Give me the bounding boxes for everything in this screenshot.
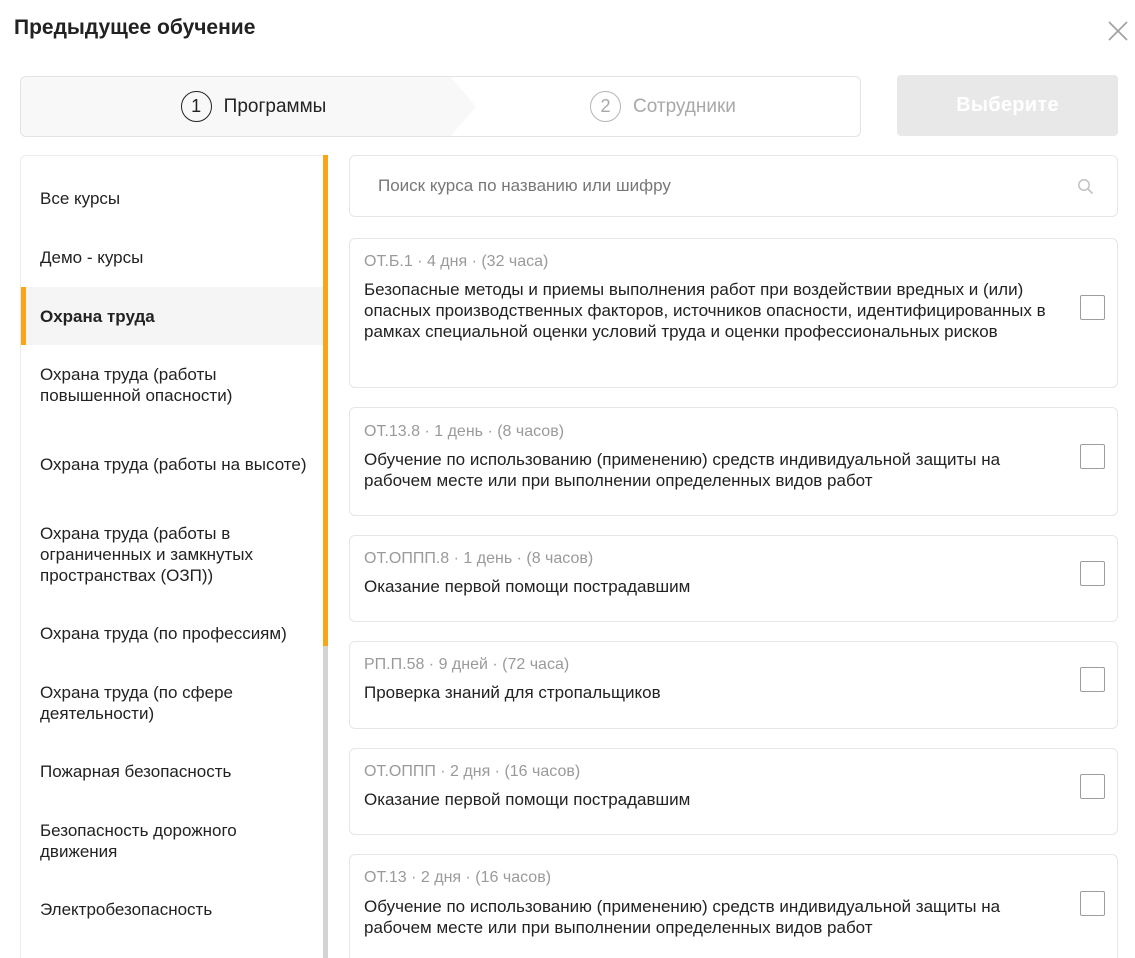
sidebar-item-label: Охрана труда (работы в ограниченных и за… [40,523,253,585]
course-title: Обучение по использованию (применению) с… [364,897,1001,937]
sidebar-item-all-courses[interactable]: Все курсы [21,169,323,227]
course-checkbox[interactable] [1080,561,1105,586]
sidebar-item-label: Пожарная безопасность [40,761,232,781]
sidebar-item-electrical-safety[interactable]: Электробезопасность [21,884,323,934]
course-checkbox[interactable] [1080,891,1105,916]
step-employees[interactable]: 2 Сотрудники [476,77,860,136]
sidebar-item-label: Демо - курсы [40,247,144,267]
course-checkbox[interactable] [1080,295,1105,320]
course-title: Оказание первой помощи пострадавшим [364,790,691,809]
search-box [349,155,1118,217]
sidebar-item-by-profession[interactable]: Охрана труда (по профессиям) [21,608,323,658]
sidebar-item-high-danger-work[interactable]: Охрана труда (работы повышенной опасност… [21,355,323,415]
course-checkbox[interactable] [1080,667,1105,692]
sidebar-item-label: Охрана труда [40,306,155,326]
sidebar-item-label: Охрана труда (работы на высоте) [40,454,307,474]
search-icon[interactable] [1077,178,1095,196]
sidebar-item-by-activity[interactable]: Охрана труда (по сфере деятельности) [21,673,323,733]
course-card[interactable]: ОТ.ОППП · 2 дня · (16 часов) Оказание пе… [349,748,1118,835]
sidebar-item-road-safety[interactable]: Безопасность дорожного движения [21,811,323,871]
sidebar-item-label: Безопасность дорожного движения [40,821,237,861]
step-label: Сотрудники [633,95,736,117]
sidebar-scrollbar-thumb[interactable] [323,155,328,646]
course-title: Оказание первой помощи пострадавшим [364,577,691,596]
course-checkbox[interactable] [1080,444,1105,469]
dialog: Предыдущее обучение 1 Программы 2 Сотруд… [0,0,1135,958]
course-card[interactable]: ОТ.Б.1 · 4 дня · (32 часа) Безопасные ме… [349,238,1118,388]
sidebar-item-label: Охрана труда (по профессиям) [40,623,287,643]
close-icon [1108,21,1128,41]
stepper: 1 Программы 2 Сотрудники [20,76,861,137]
sidebar-item-demo-courses[interactable]: Демо - курсы [21,228,323,286]
sidebar-item-fire-safety[interactable]: Пожарная безопасность [21,746,323,796]
search-input[interactable] [362,166,1062,206]
course-card[interactable]: РП.П.58 · 9 дней · (72 часа) Проверка зн… [349,641,1118,729]
course-card[interactable]: ОТ.13 · 2 дня · (16 часов) Обучение по и… [349,854,1118,958]
course-card[interactable]: ОТ.ОППП.8 · 1 день · (8 часов) Оказание … [349,535,1118,622]
close-button[interactable] [1106,19,1130,43]
course-card[interactable]: ОТ.13.8 · 1 день · (8 часов) Обучение по… [349,407,1118,516]
step-label: Программы [223,95,327,117]
course-title: Проверка знаний для стропальщиков [364,683,661,702]
sidebar-item-label: Все курсы [40,188,121,208]
sidebar-item-label: Охрана труда (по сфере деятельности) [40,683,233,723]
course-meta: ОТ.Б.1 · 4 дня · (32 часа) [364,253,549,270]
course-meta: ОТ.ОППП.8 · 1 день · (8 часов) [364,550,594,567]
course-title: Безопасные методы и приемы выполнения ра… [364,280,1046,341]
course-meta: ОТ.ОППП · 2 дня · (16 часов) [364,763,581,780]
page-title: Предыдущее обучение [14,16,256,39]
select-button[interactable]: Выберите [897,75,1118,136]
step-programs[interactable]: 1 Программы [21,77,476,136]
category-sidebar: Все курсы Демо - курсы Охрана труда Охра… [20,155,328,958]
step-number: 2 [590,91,621,122]
sidebar-item-confined-spaces[interactable]: Охрана труда (работы в ограниченных и за… [21,516,323,592]
course-title: Обучение по использованию (применению) с… [364,450,1001,490]
sidebar-item-labor-safety[interactable]: Охрана труда [21,287,323,345]
course-meta: ОТ.13 · 2 дня · (16 часов) [364,869,552,886]
sidebar-item-label: Охрана труда (работы повышенной опасност… [40,365,233,405]
course-checkbox[interactable] [1080,774,1105,799]
course-meta: ОТ.13.8 · 1 день · (8 часов) [364,423,565,440]
step-number: 1 [180,91,212,122]
course-meta: РП.П.58 · 9 дней · (72 часа) [364,656,570,673]
sidebar-item-label: Электробезопасность [40,899,213,919]
sidebar-item-height-work[interactable]: Охрана труда (работы на высоте) [21,434,323,494]
